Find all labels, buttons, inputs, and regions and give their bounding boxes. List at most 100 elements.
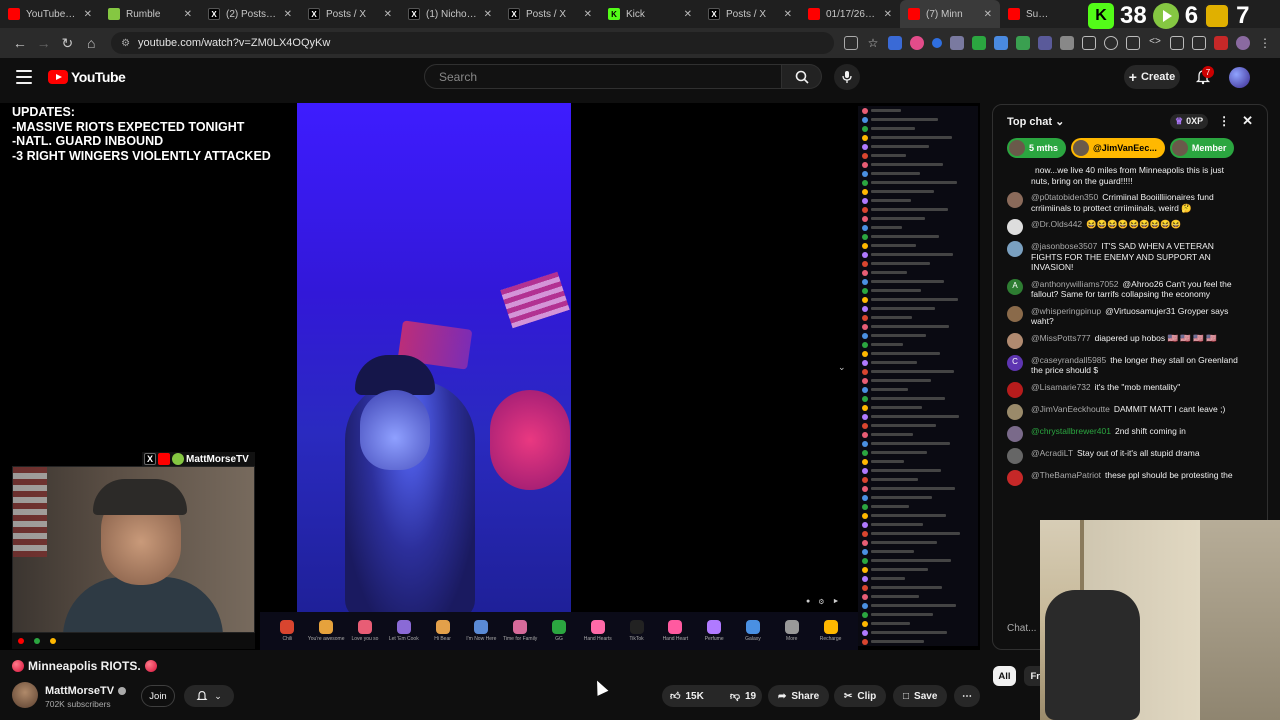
chat-chip[interactable]: 5 mths — [1007, 138, 1067, 158]
chat-chip[interactable]: @JimVanEec... — [1071, 138, 1165, 158]
chat-message[interactable]: @MissPotts777 diapered up hobos 🇺🇸 🇺🇸 🇺🇸 … — [993, 330, 1255, 352]
close-tab-icon[interactable]: ✕ — [684, 9, 692, 20]
chat-message[interactable]: @AcradiLT Stay out of it-it's all stupid … — [993, 445, 1255, 467]
bookmark-star-icon[interactable]: ☆ — [866, 36, 880, 50]
extension-icon[interactable] — [972, 36, 987, 50]
chat-message[interactable]: @whisperingpinup @Virtuosamujer31 Groyper… — [993, 303, 1255, 330]
history-icon[interactable] — [1104, 36, 1119, 50]
back-icon[interactable]: ← — [8, 31, 32, 55]
browser-tab[interactable]: 01/17/26 - ICE ✕ — [800, 0, 900, 28]
filter-friends-chip[interactable]: Fr — [1024, 666, 1040, 686]
extension-icon[interactable] — [888, 36, 903, 50]
browser-tab[interactable]: K Kick ✕ — [600, 0, 700, 28]
xp-badge[interactable]: ♕ 0XP — [1170, 113, 1209, 129]
menu-hamburger-icon[interactable] — [16, 70, 32, 84]
gift-item[interactable]: TikTok — [619, 620, 655, 642]
extension-icon[interactable] — [1016, 36, 1031, 50]
search-input[interactable]: Search — [424, 64, 782, 89]
close-tab-icon[interactable]: ✕ — [984, 9, 992, 20]
browser-menu-icon[interactable]: ⋮ — [1258, 36, 1272, 50]
install-icon[interactable] — [844, 36, 859, 50]
chat-author[interactable]: @jasonbose3507 — [1031, 241, 1097, 251]
browser-tab[interactable]: Subscripti — [1000, 0, 1060, 28]
chat-author[interactable]: @AcradiLT — [1031, 448, 1073, 458]
chat-author[interactable]: @JimVanEeckhoutte — [1031, 404, 1110, 414]
close-tab-icon[interactable]: ✕ — [584, 9, 592, 20]
chat-author[interactable]: @caseyrandall5985 — [1031, 355, 1106, 365]
extension-icon[interactable] — [932, 38, 943, 48]
gift-item[interactable]: GG — [541, 620, 577, 642]
extension-icon[interactable] — [1192, 36, 1207, 50]
chat-message[interactable]: C @caseyrandall5985 the longer they stall … — [993, 352, 1255, 379]
account-avatar[interactable] — [1229, 67, 1250, 88]
profile-avatar-icon[interactable] — [1236, 36, 1251, 50]
chat-author[interactable]: @p0tatobiden350 — [1031, 192, 1098, 202]
close-tab-icon[interactable]: ✕ — [384, 9, 392, 20]
chat-message[interactable]: @TheBamaPatriot these ppl should be prote… — [993, 467, 1255, 489]
reload-icon[interactable]: ↻ — [56, 31, 80, 55]
extension-icon[interactable] — [910, 36, 925, 50]
chat-chip[interactable]: Member — [1169, 138, 1235, 158]
forward-icon[interactable]: → — [32, 31, 56, 55]
extension-icon[interactable] — [1126, 36, 1141, 50]
extension-icon[interactable] — [1170, 36, 1185, 50]
extension-icon[interactable] — [950, 36, 965, 50]
youtube-logo[interactable]: YouTube — [48, 69, 126, 85]
chat-message[interactable]: A @anthonywilliams7052 @Ahroo26 Can't you … — [993, 276, 1255, 303]
close-icon[interactable]: ✕ — [1242, 113, 1253, 129]
home-icon[interactable]: ⌂ — [79, 31, 103, 55]
puzzle-icon[interactable] — [1082, 36, 1097, 50]
gift-item[interactable]: Love you so — [347, 620, 383, 642]
browser-tab[interactable]: YouTube Music ✕ — [0, 0, 100, 28]
gift-item[interactable]: Galaxy — [735, 620, 771, 642]
gift-item[interactable]: Chili — [269, 620, 305, 642]
url-field[interactable]: ⚙ youtube.com/watch?v=ZM0LX4OQyKw — [111, 32, 835, 54]
gift-item[interactable]: Let 'Em Cook — [386, 620, 422, 642]
voice-search-button[interactable] — [834, 64, 860, 90]
extension-icon[interactable] — [1214, 36, 1229, 50]
browser-tab[interactable]: Rumble ✕ — [100, 0, 200, 28]
search-button[interactable] — [782, 64, 822, 89]
close-tab-icon[interactable]: ✕ — [284, 9, 292, 20]
close-tab-icon[interactable]: ✕ — [484, 9, 492, 20]
like-button[interactable]: 👍︎ 15K — [662, 685, 712, 707]
more-vertical-icon[interactable]: ⋮ — [1218, 114, 1230, 128]
close-tab-icon[interactable]: ✕ — [884, 9, 892, 20]
gift-item[interactable]: More — [774, 620, 810, 642]
chat-author[interactable]: @anthonywilliams7052 — [1031, 279, 1119, 289]
close-tab-icon[interactable]: ✕ — [784, 9, 792, 20]
close-tab-icon[interactable]: ✕ — [84, 9, 92, 20]
browser-tab[interactable]: X Posts / X ✕ — [300, 0, 400, 28]
site-info-icon[interactable]: ⚙ — [121, 38, 130, 49]
extension-icon[interactable] — [1060, 36, 1075, 50]
gift-item[interactable]: Recharge — [813, 620, 849, 642]
chat-author[interactable]: @TheBamaPatriot — [1031, 470, 1101, 480]
chat-message[interactable]: @p0tatobiden350 Crrimiinal Booiilliionair… — [993, 189, 1255, 216]
extension-icon[interactable] — [1038, 36, 1053, 50]
chat-message[interactable]: now...we live 40 miles from Minneapolis … — [993, 162, 1255, 189]
gift-item[interactable]: Perfume — [696, 620, 732, 642]
gift-item[interactable]: I'm Now Here — [463, 620, 499, 642]
chat-message[interactable]: @chrystallbrewer401 2nd shift coming in — [993, 423, 1255, 445]
more-actions-button[interactable]: ⋯ — [954, 685, 980, 707]
close-tab-icon[interactable]: ✕ — [184, 9, 192, 20]
subscribed-notifications-button[interactable]: ⌄ — [184, 685, 234, 707]
chat-message[interactable]: @jasonbose3507 IT'S SAD WHEN A VETERAN FI… — [993, 238, 1255, 276]
clip-button[interactable]: ✂ Clip — [834, 685, 887, 707]
devtools-icon[interactable]: <> — [1148, 36, 1162, 50]
gift-item[interactable]: Time for Family — [502, 620, 538, 642]
save-button[interactable]: □ Save — [893, 685, 948, 707]
browser-tab[interactable]: X (1) Nicholas J. F ✕ — [400, 0, 500, 28]
browser-tab[interactable]: X (2) Posts / X ✕ — [200, 0, 300, 28]
browser-tab[interactable]: X Posts / X ✕ — [500, 0, 600, 28]
channel-name-row[interactable]: MattMorseTV — [45, 685, 127, 697]
top-chat-dropdown[interactable]: Top chat ⌄ — [1007, 115, 1064, 128]
chat-message[interactable]: @Lisamarie732 it's the "mob mentality" — [993, 379, 1255, 401]
chat-author[interactable]: @Lisamarie732 — [1031, 382, 1091, 392]
join-button[interactable]: Join — [141, 685, 175, 707]
gift-item[interactable]: Hand Heart — [657, 620, 693, 642]
chat-author[interactable]: @Dr.Olds442 — [1031, 219, 1082, 229]
dislike-button[interactable]: 👎︎ 19 — [722, 685, 764, 707]
gift-item[interactable]: You're awesome — [308, 620, 345, 642]
gift-item[interactable]: Hi Bear — [425, 620, 461, 642]
